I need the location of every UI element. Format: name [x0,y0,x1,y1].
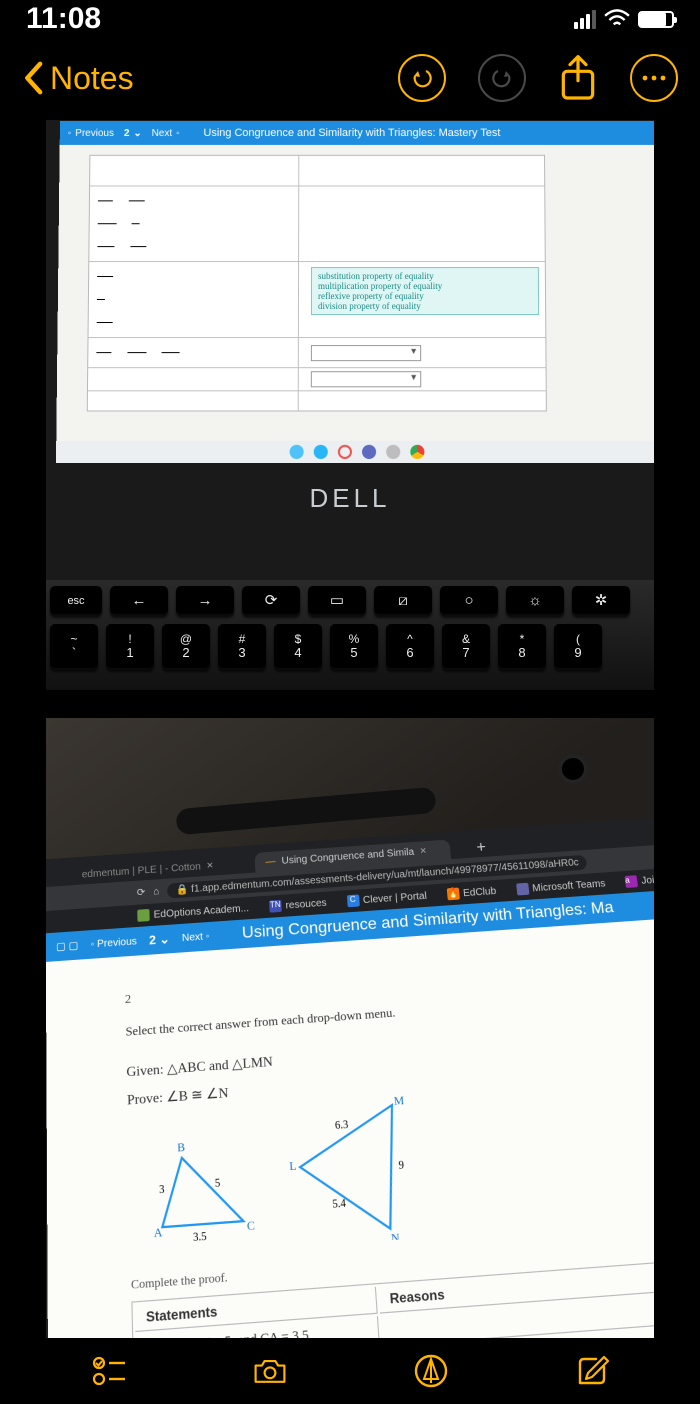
draw-icon [413,1353,449,1389]
question-number: 2 ⌄ [124,128,142,139]
compose-button[interactable] [569,1348,615,1394]
key-tilde: ~` [50,624,98,670]
key-esc: esc [50,586,102,616]
bm-resources: TNresouces [269,897,327,913]
back-button[interactable]: Notes [22,60,134,97]
svg-text:C: C [247,1219,256,1233]
stmt-angles: ∠B ≅ ∠N [88,391,299,410]
next-link: Next ◦ [152,128,180,139]
svg-text:N: N [391,1231,401,1246]
redo-icon [490,66,514,90]
battery-icon [638,11,674,28]
key-3: #3 [218,624,266,670]
camera-icon [252,1353,288,1389]
reason-dd-2 [299,368,546,390]
svg-text:M: M [393,1094,405,1108]
toolbar [0,1338,700,1404]
key-bright-up: ☼ [506,586,564,616]
edmentum-header: ◦ Previous 2 ⌄ Next ◦ Using Congruence a… [60,121,654,145]
bm-edoptions: EdOptions Academ... [137,902,249,922]
prev-link: ◦ Previous [68,128,114,139]
photo-1[interactable]: ◦ Previous 2 ⌄ Next ◦ Using Congruence a… [46,120,654,690]
reason-dd-1 [299,338,546,367]
bm-join: aJoin [625,874,654,888]
compose-icon [574,1353,610,1389]
chevron-left-icon [22,61,44,95]
stmt-simplify: 5.43 = 1.8 95 = 1.8 6.33.5 = 1.8 [89,262,300,337]
share-button[interactable] [558,54,598,102]
keyboard: esc ← → ⟳ ▭ ⧄ ○ ☼ ✲ ~` !1 @2 #3 $4 %5 ^6… [46,580,654,690]
wifi-icon [604,9,630,29]
question-content: 2 Select the correct answer from each dr… [46,918,654,1338]
key-fwd: → [176,586,234,616]
stmt-given: AB = 3, BC = 5, and CA = 3.5 LM = 6.3, M… [90,156,299,186]
webcam [562,758,584,780]
svg-text:3.5: 3.5 [193,1231,207,1245]
status-right [574,9,674,29]
markup-button[interactable] [408,1348,454,1394]
key-8: *8 [498,624,546,670]
nav-bar: Notes [0,38,700,118]
laptop-screen: ◦ Previous 2 ⌄ Next ◦ Using Congruence a… [56,121,654,463]
svg-text:B: B [177,1141,185,1155]
proof-table: AB = 3, BC = 5, and CA = 3.5 LM = 6.3, M… [87,155,547,412]
cellular-icon [574,10,596,29]
reason-dropdown-open: substitution property of equality multip… [299,262,545,337]
key-7: &7 [442,624,490,670]
triangle-diagram: A B C 3 5 3.5 L M N 6.3 9 5.4 [138,1083,654,1254]
dropdown-options: substitution property of equality multip… [311,267,539,315]
dell-logo: DELL [46,478,654,518]
svg-text:6.3: 6.3 [335,1119,349,1132]
key-reload: ⟳ [242,586,300,616]
svg-text:5.4: 5.4 [332,1198,346,1212]
key-4: $4 [274,624,322,670]
page-title: Using Congruence and Similarity with Tri… [203,127,500,139]
key-2: @2 [162,624,210,670]
key-bright-dn: ○ [440,586,498,616]
key-full: ▭ [308,586,366,616]
laptop-screen-2: edmentum | PLE | - Cotton× —Using Congru… [46,817,654,1338]
num-row: ~` !1 @2 #3 $4 %5 ^6 &7 *8 (9 [50,624,650,670]
stmt-equal-ratios: NLAB = MNBC = LMCA [88,338,299,367]
bm-edclub: 🔥EdClub [446,885,496,900]
svg-text:9: 9 [398,1159,404,1172]
reason-subst: substitution property of equality [299,186,545,261]
key-back: ← [110,586,168,616]
checklist-button[interactable] [86,1348,132,1394]
stmt-ratios: NLAB = 5.43 MNBC = 95 LMCA = 6.33.5 [89,186,299,261]
note-canvas[interactable]: ◦ Previous 2 ⌄ Next ◦ Using Congruence a… [46,120,654,1338]
undo-button[interactable] [398,54,446,102]
key-9: (9 [554,624,602,670]
key-overview: ⧄ [374,586,432,616]
reason-given: given [299,156,544,186]
camera-button[interactable] [247,1348,293,1394]
status-bar: 11:08 [0,0,700,38]
more-button[interactable] [630,54,678,102]
bm-clever: CClever | Portal [346,890,427,908]
fn-row: esc ← → ⟳ ▭ ⧄ ○ ☼ ✲ [50,586,650,616]
ellipsis-icon [641,75,667,81]
back-label: Notes [50,60,134,97]
clock: 11:08 [26,2,101,36]
key-1: !1 [106,624,154,670]
key-5: %5 [330,624,378,670]
key-mute: ✲ [572,586,630,616]
svg-text:L: L [289,1159,297,1173]
stmt-similar: △ABC ~ △LNM [88,368,299,390]
bm-teams: Microsoft Teams [516,877,606,895]
redo-button[interactable] [478,54,526,102]
svg-text:3: 3 [159,1184,165,1197]
photo-2[interactable]: edmentum | PLE | - Cotton× —Using Congru… [46,718,654,1338]
new-tab: + [468,839,495,858]
key-6: ^6 [386,624,434,670]
reason-corresp: Corresponding angles of similar triangle… [299,391,546,410]
svg-text:A: A [154,1226,163,1241]
chrome-shelf [56,441,654,463]
undo-icon [410,66,434,90]
svg-text:5: 5 [215,1177,221,1190]
checklist-icon [91,1353,127,1389]
